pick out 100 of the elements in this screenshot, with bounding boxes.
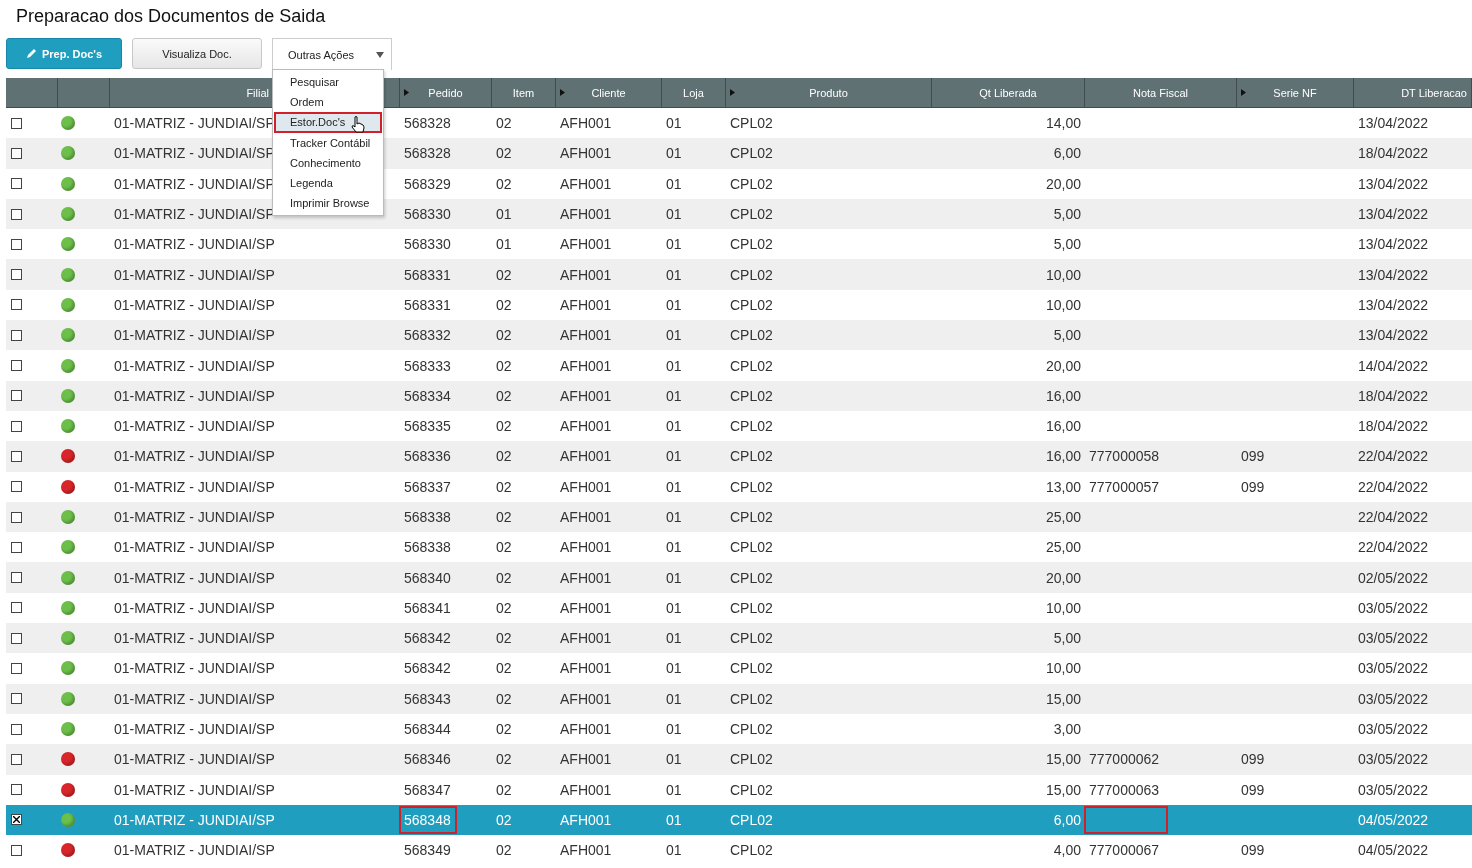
table-cell: 15,00: [1045, 751, 1081, 768]
row-checkbox[interactable]: [11, 147, 22, 159]
table-cell: 01: [666, 660, 682, 677]
table-row[interactable]: 01-MATRIZ - JUNDIAI/SP 568331 02 AFH001 01 CPL02 10,00 13/04/2022: [6, 259, 1472, 290]
table-cell: AFH001: [560, 690, 612, 707]
table-cell: 02: [496, 569, 512, 586]
table-cell: 01: [666, 175, 682, 192]
caret-icon: [376, 51, 384, 58]
table-row[interactable]: 01-MATRIZ - JUNDIAI/SP 568332 02 AFH001 01 CPL02 5,00 13/04/2022: [6, 320, 1472, 351]
table-cell: 03/05/2022: [1358, 599, 1429, 616]
table-cell: 02: [496, 539, 512, 556]
table-row[interactable]: 01-MATRIZ - JUNDIAI/SP 568346 02 AFH001 01 CPL02 15,00 777000062 099 03/05/2022: [6, 744, 1472, 775]
menu-item[interactable]: Estor.Doc's: [274, 112, 382, 133]
table-row[interactable]: 01-MATRIZ - JUNDIAI/SP 568342 02 AFH001 01 CPL02 5,00 03/05/2022: [6, 623, 1472, 654]
table-cell: 01: [666, 387, 682, 404]
row-checkbox[interactable]: [11, 238, 22, 250]
table-cell: 10,00: [1045, 266, 1081, 283]
table-row[interactable]: 01-MATRIZ - JUNDIAI/SP 568334 02 AFH001 01 CPL02 16,00 18/04/2022: [6, 380, 1472, 411]
row-checkbox[interactable]: [11, 723, 22, 735]
column-header[interactable]: Produto: [726, 78, 932, 108]
table-cell: 13,00: [1045, 478, 1081, 495]
table-cell: AFH001: [560, 811, 612, 828]
table-cell: 20,00: [1045, 569, 1081, 586]
row-checkbox[interactable]: [11, 784, 22, 796]
column-header[interactable]: Cliente: [556, 78, 662, 108]
table-cell: 04/05/2022: [1358, 811, 1429, 828]
row-checkbox[interactable]: [11, 329, 22, 341]
row-checkbox[interactable]: [11, 663, 22, 674]
table-cell: 01: [666, 569, 682, 586]
row-checkbox[interactable]: [11, 299, 22, 311]
table-cell: 01-MATRIZ - JUNDIAI/SP: [114, 811, 275, 828]
table-cell: 5,00: [1053, 206, 1081, 223]
table-cell: 02: [496, 478, 512, 495]
row-checkbox[interactable]: [11, 693, 22, 705]
column-header[interactable]: Item: [492, 78, 556, 108]
table-cell: 099: [1241, 478, 1265, 495]
table-row[interactable]: 01-MATRIZ - JUNDIAI/SP 568343 02 AFH001 01 CPL02 15,00 03/05/2022: [6, 683, 1472, 714]
table-cell: 3,00: [1053, 721, 1081, 738]
table-cell: 02: [496, 690, 512, 707]
row-checkbox[interactable]: [11, 360, 22, 371]
table-cell: AFH001: [560, 842, 612, 859]
column-header[interactable]: Pedido: [400, 78, 492, 108]
column-header[interactable]: Loja: [662, 78, 726, 108]
actions-dropdown[interactable]: Outras Ações: [272, 38, 392, 70]
column-header[interactable]: DT Liberacao: [1354, 78, 1472, 108]
table-cell: 777000062: [1089, 751, 1160, 768]
table-row[interactable]: 01-MATRIZ - JUNDIAI/SP 568340 02 AFH001 01 CPL02 20,00 02/05/2022: [6, 562, 1472, 593]
table-cell: 01: [496, 206, 512, 223]
row-checkbox[interactable]: [11, 390, 22, 402]
row-checkbox[interactable]: [11, 602, 22, 614]
table-cell: 15,00: [1045, 690, 1081, 707]
table-cell: 01-MATRIZ - JUNDIAI/SP: [114, 448, 275, 465]
row-checkbox[interactable]: [11, 753, 22, 765]
row-checkbox[interactable]: [11, 117, 22, 129]
table-cell: AFH001: [560, 478, 612, 495]
table-row[interactable]: 01-MATRIZ - JUNDIAI/SP 568336 02 AFH001 01 CPL02 16,00 777000058 099 22/04/2022: [6, 441, 1472, 472]
row-checkbox[interactable]: [11, 632, 22, 644]
table-cell: 13/04/2022: [1358, 327, 1429, 344]
row-checkbox[interactable]: [11, 814, 22, 826]
table-cell: 25,00: [1045, 509, 1081, 525]
menu-item[interactable]: Legenda: [274, 172, 382, 194]
hand-cursor-icon: [351, 116, 365, 134]
table-cell: 777000067: [1089, 842, 1160, 859]
row-checkbox[interactable]: [11, 844, 22, 856]
table-cell: AFH001: [560, 751, 612, 768]
row-checkbox[interactable]: [11, 541, 22, 553]
row-checkbox[interactable]: [11, 178, 22, 190]
table-cell: 02: [496, 448, 512, 465]
table-row[interactable]: 01-MATRIZ - JUNDIAI/SP 568338 02 AFH001 01 CPL02 25,00 22/04/2022: [6, 501, 1472, 533]
table-cell: AFH001: [560, 539, 612, 556]
table-cell: 22/04/2022: [1358, 509, 1429, 525]
row-checkbox[interactable]: [11, 450, 22, 462]
table-cell: 02: [496, 660, 512, 677]
table-cell: 01: [666, 266, 682, 283]
table-cell: 16,00: [1045, 448, 1081, 465]
pencil-icon: [25, 48, 37, 59]
table-cell: 02: [496, 599, 512, 616]
table-cell: 16,00: [1045, 418, 1081, 435]
table-cell: 13/04/2022: [1358, 296, 1429, 313]
table-cell: 15,00: [1045, 781, 1081, 798]
column-header[interactable]: Serie NF: [1237, 78, 1354, 108]
table-cell: CPL02: [730, 387, 773, 404]
table-cell: CPL02: [730, 811, 773, 828]
column-header[interactable]: Nota Fiscal: [1085, 78, 1237, 108]
table-cell: AFH001: [560, 418, 612, 435]
table-cell: 568342: [404, 630, 451, 647]
table-cell: 01-MATRIZ - JUNDIAI/SP: [114, 145, 275, 162]
toolbar-button[interactable]: Visualiza Doc.: [132, 38, 262, 69]
table-cell: 01: [666, 357, 682, 374]
row-checkbox[interactable]: [11, 572, 22, 584]
row-checkbox[interactable]: [11, 208, 22, 220]
table-cell: 01-MATRIZ - JUNDIAI/SP: [114, 296, 275, 313]
column-header[interactable]: Qt Liberada: [932, 78, 1085, 108]
table-cell: CPL02: [730, 206, 773, 223]
table-cell: 03/05/2022: [1358, 781, 1429, 798]
row-checkbox[interactable]: [11, 481, 22, 493]
table-cell: 568334: [404, 387, 451, 404]
row-checkbox[interactable]: [11, 511, 22, 523]
row-checkbox[interactable]: [11, 420, 22, 432]
row-checkbox[interactable]: [11, 269, 22, 281]
